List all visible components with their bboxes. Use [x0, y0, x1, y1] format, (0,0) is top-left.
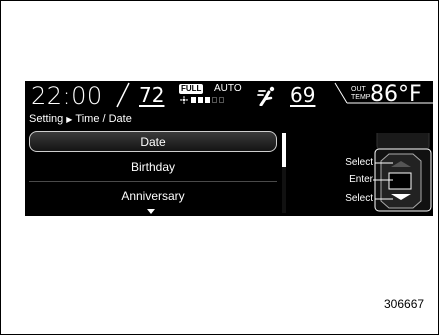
- fan-level-segment: [219, 97, 224, 103]
- controller-diagram: Select Enter Select: [315, 133, 433, 213]
- clock: 22:00: [31, 82, 103, 110]
- controller-graphic: [373, 133, 432, 212]
- controller-select-down-label: Select: [345, 193, 373, 204]
- driver-temp[interactable]: 72: [139, 83, 164, 107]
- fan-level-segment: [212, 97, 217, 103]
- outside-temp: 86°F: [370, 82, 422, 107]
- list-item-label: Date: [140, 135, 166, 149]
- outside-label-bottom: TEMP: [351, 94, 371, 101]
- list-item-label: Anniversary: [121, 189, 185, 203]
- breadcrumb: Setting ▶ Time / Date: [29, 113, 132, 125]
- controller-enter-label: Enter: [349, 174, 373, 185]
- fan-level-segment: [198, 97, 203, 103]
- list-item-birthday[interactable]: Birthday: [29, 157, 277, 178]
- list-divider: [29, 181, 277, 182]
- outside-temp-label: OUT TEMP: [351, 86, 370, 102]
- controller-down-icon[interactable]: [391, 194, 411, 201]
- scroll-down-icon[interactable]: [147, 209, 155, 214]
- fan-status[interactable]: FULL AUTO: [179, 83, 254, 106]
- fan-level-segment: [191, 97, 196, 103]
- fan-level-segment: [205, 97, 210, 103]
- breadcrumb-current: Time / Date: [75, 113, 132, 125]
- passenger-temp[interactable]: 69: [290, 83, 315, 107]
- airflow-icon[interactable]: [257, 86, 279, 106]
- breadcrumb-arrow-icon: ▶: [66, 114, 73, 124]
- fan-full-badge: FULL: [179, 84, 204, 94]
- controller-up-icon[interactable]: [391, 161, 411, 168]
- display-screen: 22:00 72 FULL AUTO 69 OUT TEMP 86°F Sett…: [25, 81, 433, 216]
- list-item-anniversary[interactable]: Anniversary: [29, 186, 277, 207]
- list-item-date[interactable]: Date: [29, 131, 277, 152]
- breadcrumb-root: Setting: [29, 113, 64, 125]
- status-bar: 22:00 72 FULL AUTO 69 OUT TEMP 86°F: [25, 81, 433, 111]
- scrollbar-thumb[interactable]: [282, 133, 286, 167]
- controller-select-up-label: Select: [345, 157, 373, 168]
- list-item-label: Birthday: [130, 160, 176, 174]
- fan-level-bars: [191, 97, 224, 103]
- figure-number: 306667: [384, 297, 425, 311]
- outside-label-top: OUT: [351, 86, 366, 93]
- fan-mode-label: AUTO: [214, 83, 242, 94]
- settings-list: Date Birthday Anniversary: [29, 131, 279, 216]
- fan-icon: [180, 96, 188, 104]
- figure-frame: 22:00 72 FULL AUTO 69 OUT TEMP 86°F Sett…: [0, 0, 439, 335]
